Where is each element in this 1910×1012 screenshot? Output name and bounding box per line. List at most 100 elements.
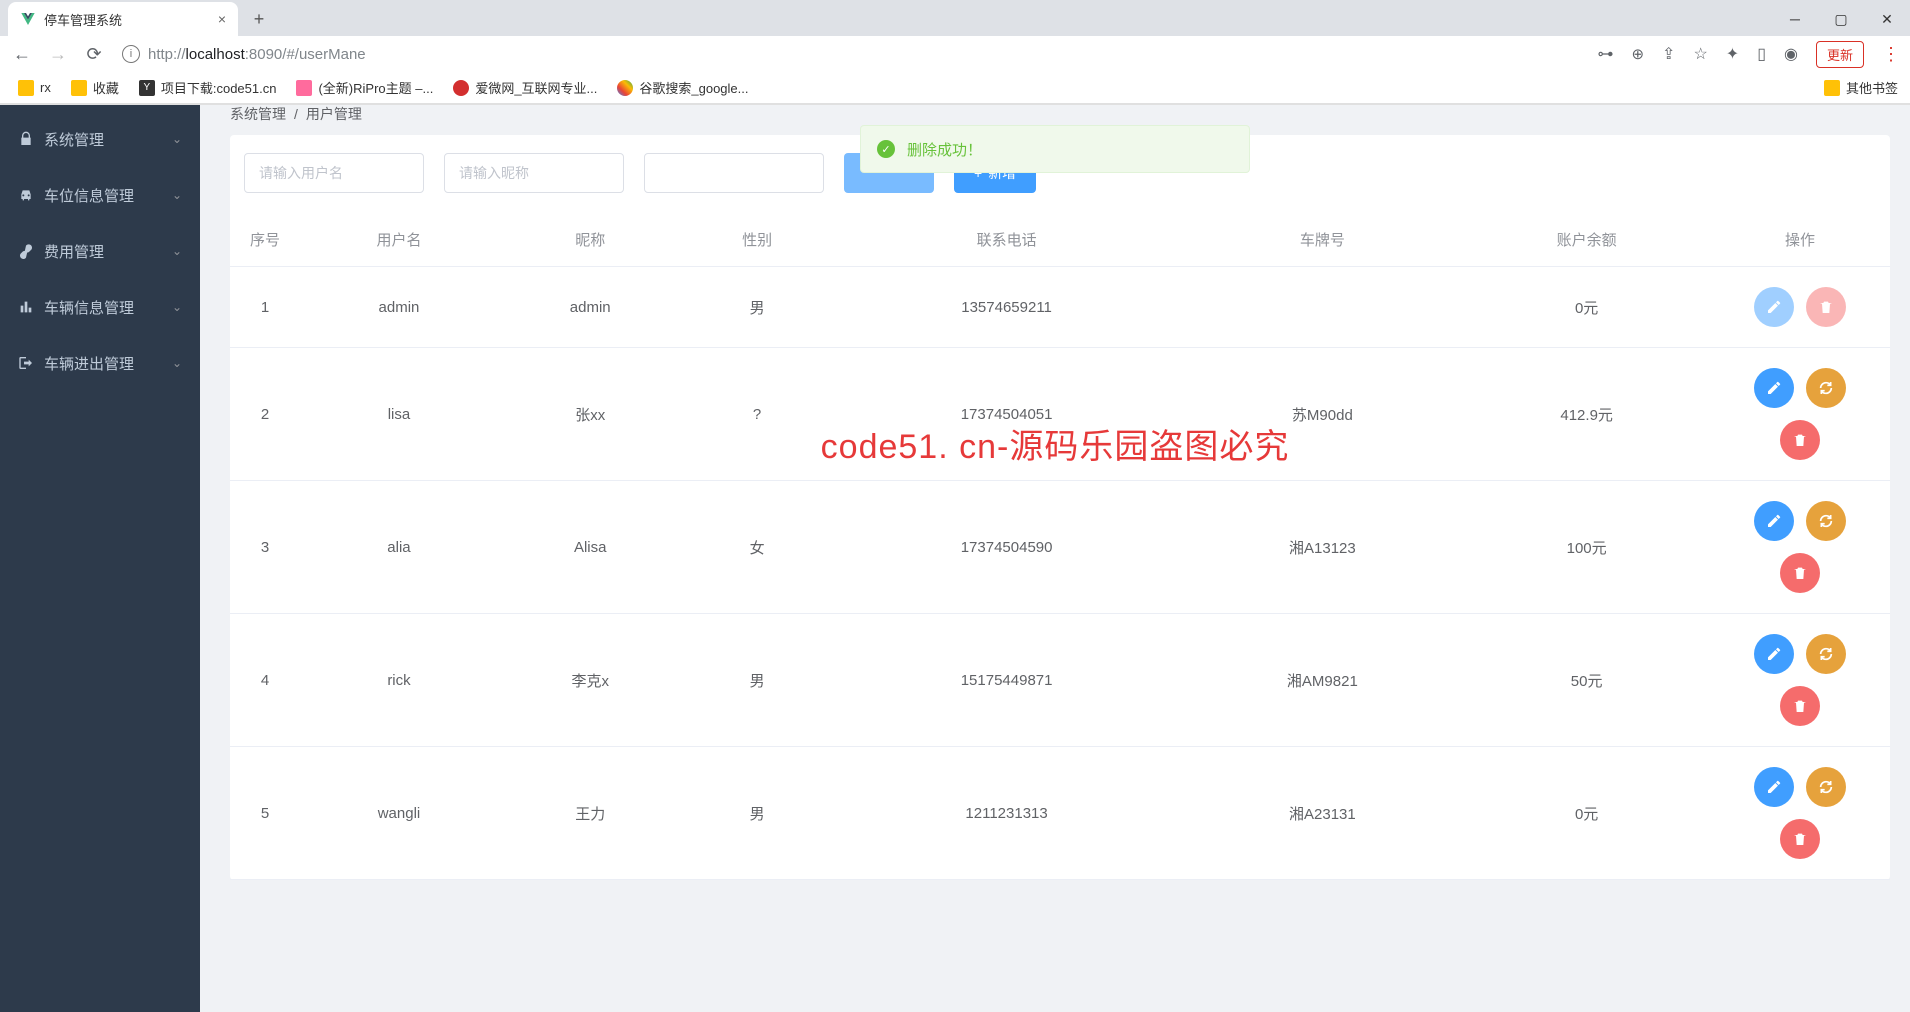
edit-button[interactable] — [1754, 287, 1794, 327]
table-row: 2 lisa 张xx ? 17374504051 苏M90dd 412.9元 — [230, 348, 1890, 481]
add-button[interactable]: + 新增 — [954, 153, 1036, 193]
bookmark-item[interactable]: 爱微网_互联网专业... — [447, 76, 603, 99]
car-icon — [18, 187, 34, 203]
folder-icon — [71, 80, 87, 96]
plus-icon: + — [974, 165, 982, 181]
maximize-button[interactable]: ▢ — [1818, 2, 1864, 36]
edit-button[interactable] — [1754, 634, 1794, 674]
table-row: 5 wangli 王力 男 1211231313 湘A23131 0元 — [230, 747, 1890, 880]
bookmark-item[interactable]: rx — [12, 78, 57, 98]
th-index: 序号 — [230, 213, 300, 267]
cell-ops — [1710, 267, 1890, 348]
main-content: 系统管理 / 用户管理 ✓ 删除成功！ + 新增 序 — [200, 105, 1910, 1012]
update-button[interactable]: 更新 — [1816, 41, 1864, 68]
reading-list-icon[interactable]: ▯ — [1757, 44, 1766, 64]
cell-nickname: 李克x — [498, 614, 682, 747]
minimize-button[interactable]: ─ — [1772, 2, 1818, 36]
th-balance: 账户余额 — [1463, 213, 1710, 267]
refresh-button[interactable] — [1806, 634, 1846, 674]
browser-chrome: 停车管理系统 × + ─ ▢ ✕ ← → ⟳ i http://localhos… — [0, 0, 1910, 105]
table-row: 3 alia Alisa 女 17374504590 湘A13123 100元 — [230, 481, 1890, 614]
sidebar: 系统管理 ⌄ 车位信息管理 ⌄ 费用管理 ⌄ 车辆信息管理 ⌄ 车辆进出管理 ⌄ — [0, 105, 200, 1012]
bookmark-item[interactable]: 收藏 — [65, 76, 125, 99]
breadcrumb-item[interactable]: 系统管理 — [230, 105, 286, 123]
sidebar-item-vehicle[interactable]: 车辆信息管理 ⌄ — [0, 279, 200, 335]
cell-balance: 0元 — [1463, 747, 1710, 880]
username-input[interactable] — [244, 153, 424, 193]
share-icon[interactable]: ⇪ — [1662, 44, 1675, 64]
edit-button[interactable] — [1754, 767, 1794, 807]
folder-icon — [18, 80, 34, 96]
other-bookmarks[interactable]: 其他书签 — [1824, 78, 1898, 97]
sidebar-item-parking[interactable]: 车位信息管理 ⌄ — [0, 167, 200, 223]
cell-phone: 17374504590 — [832, 481, 1182, 614]
profile-icon[interactable]: ◉ — [1784, 44, 1798, 64]
chevron-down-icon: ⌄ — [172, 188, 182, 202]
table-row: 4 rick 李克x 男 15175449871 湘AM9821 50元 — [230, 614, 1890, 747]
extensions-icon[interactable]: ✦ — [1726, 44, 1739, 64]
bookmark-item[interactable]: Y项目下载:code51.cn — [133, 76, 283, 99]
cell-username: lisa — [300, 348, 498, 481]
breadcrumb-sep: / — [294, 106, 298, 122]
bookmark-star-icon[interactable]: ☆ — [1693, 44, 1707, 64]
sidebar-item-fee[interactable]: 费用管理 ⌄ — [0, 223, 200, 279]
delete-button[interactable] — [1780, 819, 1820, 859]
cell-ops — [1710, 614, 1890, 747]
delete-button[interactable] — [1780, 420, 1820, 460]
chevron-down-icon: ⌄ — [172, 244, 182, 258]
password-key-icon[interactable]: ⊶ — [1597, 44, 1613, 64]
url-box[interactable]: i http://localhost:8090/#/userMane — [122, 45, 366, 63]
edit-button[interactable] — [1754, 501, 1794, 541]
search-button[interactable] — [844, 153, 934, 193]
link-icon — [18, 243, 34, 259]
refresh-button[interactable] — [1806, 767, 1846, 807]
delete-button[interactable] — [1780, 686, 1820, 726]
zoom-icon[interactable]: ⊕ — [1631, 45, 1644, 63]
new-tab-button[interactable]: + — [244, 4, 274, 34]
cell-gender: 男 — [682, 267, 831, 348]
refresh-button[interactable] — [1806, 368, 1846, 408]
tab-bar: 停车管理系统 × + ─ ▢ ✕ — [0, 0, 1910, 36]
bookmark-item[interactable]: (全新)RiPro主题 –... — [290, 76, 439, 99]
delete-button[interactable] — [1780, 553, 1820, 593]
th-plate: 车牌号 — [1181, 213, 1463, 267]
site-icon: Y — [139, 80, 155, 96]
browser-tab[interactable]: 停车管理系统 × — [8, 2, 238, 36]
cell-gender: 男 — [682, 614, 831, 747]
forward-button[interactable]: → — [46, 42, 70, 66]
cell-balance: 412.9元 — [1463, 348, 1710, 481]
site-info-icon[interactable]: i — [122, 45, 140, 63]
delete-button[interactable] — [1806, 287, 1846, 327]
refresh-button[interactable] — [1806, 501, 1846, 541]
close-window-button[interactable]: ✕ — [1864, 2, 1910, 36]
toolbar-icons: ⊶ ⊕ ⇪ ☆ ✦ ▯ ◉ 更新 ⋮ — [1597, 41, 1900, 68]
sidebar-item-inout[interactable]: 车辆进出管理 ⌄ — [0, 335, 200, 391]
chevron-down-icon: ⌄ — [172, 300, 182, 314]
nickname-input[interactable] — [444, 153, 624, 193]
back-button[interactable]: ← — [10, 42, 34, 66]
phone-input[interactable] — [644, 153, 824, 193]
cell-plate — [1181, 267, 1463, 348]
reload-button[interactable]: ⟳ — [82, 42, 106, 66]
th-phone: 联系电话 — [832, 213, 1182, 267]
th-nickname: 昵称 — [498, 213, 682, 267]
sidebar-item-label: 车辆信息管理 — [44, 297, 162, 318]
breadcrumb: 系统管理 / 用户管理 — [200, 105, 1910, 123]
sidebar-item-label: 系统管理 — [44, 129, 162, 150]
exit-icon — [18, 355, 34, 371]
cell-balance: 0元 — [1463, 267, 1710, 348]
edit-button[interactable] — [1754, 368, 1794, 408]
cell-plate: 湘AM9821 — [1181, 614, 1463, 747]
sidebar-item-system[interactable]: 系统管理 ⌄ — [0, 111, 200, 167]
cell-nickname: 张xx — [498, 348, 682, 481]
cell-plate: 湘A13123 — [1181, 481, 1463, 614]
close-tab-icon[interactable]: × — [218, 11, 226, 27]
cell-index: 2 — [230, 348, 300, 481]
bookmark-item[interactable]: 谷歌搜索_google... — [611, 76, 754, 99]
sidebar-item-label: 费用管理 — [44, 241, 162, 262]
cell-balance: 50元 — [1463, 614, 1710, 747]
chevron-down-icon: ⌄ — [172, 132, 182, 146]
kebab-menu-icon[interactable]: ⋮ — [1882, 44, 1900, 65]
cell-username: rick — [300, 614, 498, 747]
cell-ops — [1710, 348, 1890, 481]
